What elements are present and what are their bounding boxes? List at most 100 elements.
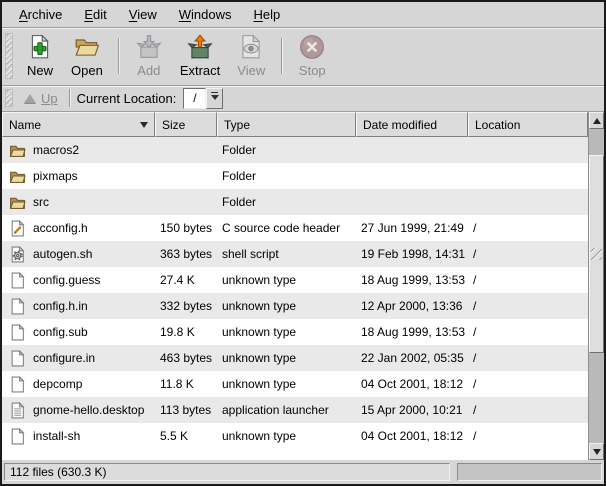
file-name: install-sh (33, 429, 80, 443)
toolbar-separator (281, 38, 282, 74)
folder-icon (9, 142, 26, 159)
toolbar-drag-handle[interactable] (5, 33, 13, 79)
location-bar: Up Current Location: / (2, 86, 604, 112)
file-type: application launcher (217, 403, 356, 417)
menu-help[interactable]: Help (242, 3, 291, 26)
folder-icon (9, 168, 26, 185)
file-date-modified: 04 Oct 2001, 18:12 (356, 377, 468, 391)
new-archive-icon (27, 34, 53, 60)
file-name-cell: config.guess (2, 272, 155, 289)
file-name: configure.in (33, 351, 95, 365)
menu-view[interactable]: View (118, 3, 168, 26)
table-row-depcomp[interactable]: depcomp 11.8 K unknown type 04 Oct 2001,… (2, 371, 588, 397)
column-header-location[interactable]: Location (468, 112, 588, 137)
menu-windows[interactable]: Windows (168, 3, 243, 26)
toolbar-button-label: Open (71, 63, 103, 78)
file-date-modified: 22 Jan 2002, 05:35 (356, 351, 468, 365)
file-type: Folder (217, 143, 356, 157)
table-row-acconfig.h[interactable]: acconfig.h 150 bytes C source code heade… (2, 215, 588, 241)
file-table: Name Size Type Date modified (2, 112, 588, 460)
file-name-cell: src (2, 194, 155, 211)
file-name: pixmaps (33, 169, 78, 183)
file-name-cell: depcomp (2, 376, 155, 393)
menu-archive[interactable]: Archive (8, 3, 73, 26)
document-icon (9, 428, 26, 445)
table-row-config.guess[interactable]: config.guess 27.4 K unknown type 18 Aug … (2, 267, 588, 293)
sort-indicator-icon (140, 122, 148, 128)
table-row-src[interactable]: src Folder (2, 189, 588, 215)
document-icon (9, 298, 26, 315)
file-size: 113 bytes (155, 403, 217, 417)
scrollbar-grip-icon (591, 248, 602, 260)
table-row-macros2[interactable]: macros2 Folder (2, 137, 588, 163)
file-type: shell script (217, 247, 356, 261)
table-row-gnome-hello.desktop[interactable]: gnome-hello.desktop 113 bytes applicatio… (2, 397, 588, 423)
table-row-autogen.sh[interactable]: autogen.sh 363 bytes shell script 19 Feb… (2, 241, 588, 267)
file-name: acconfig.h (33, 221, 88, 235)
file-name-cell: install-sh (2, 428, 155, 445)
file-name-cell: configure.in (2, 350, 155, 367)
file-size: 463 bytes (155, 351, 217, 365)
file-name-cell: macros2 (2, 142, 155, 159)
file-name: config.guess (33, 273, 100, 287)
location-combo-value[interactable]: / (183, 88, 206, 109)
file-date-modified: 04 Oct 2001, 18:12 (356, 429, 468, 443)
table-row-configure.in[interactable]: configure.in 463 bytes unknown type 22 J… (2, 345, 588, 371)
file-location: / (468, 351, 588, 365)
file-type: unknown type (217, 377, 356, 391)
stop-icon (299, 34, 325, 60)
vertical-scrollbar (588, 112, 604, 460)
toolbar: New Open Add Extract (2, 28, 604, 86)
file-location: / (468, 429, 588, 443)
file-name-cell: gnome-hello.desktop (2, 402, 155, 419)
toolbar-separator (118, 38, 119, 74)
file-name: src (33, 195, 49, 209)
location-combo-dropdown-button[interactable] (206, 88, 223, 109)
extract-files-icon (187, 34, 213, 60)
current-location-label: Current Location: (77, 91, 177, 106)
column-header-name[interactable]: Name (2, 112, 155, 137)
column-header-label: Size (162, 118, 185, 132)
scroll-up-button[interactable] (589, 112, 604, 129)
file-type: unknown type (217, 351, 356, 365)
status-bar: 112 files (630.3 K) (2, 460, 604, 484)
toolbar-buttons: New Open Add Extract (17, 31, 335, 82)
menubar: Archive Edit View Windows Help (2, 2, 604, 28)
file-date-modified: 18 Aug 1999, 13:53 (356, 273, 468, 287)
open-archive-icon (74, 34, 100, 60)
scroll-down-button[interactable] (589, 443, 604, 460)
table-row-config.h.in[interactable]: config.h.in 332 bytes unknown type 12 Ap… (2, 293, 588, 319)
file-list-area: Name Size Type Date modified (2, 112, 604, 460)
file-name-cell: config.h.in (2, 298, 155, 315)
document-icon (9, 324, 26, 341)
file-location: / (468, 247, 588, 261)
table-row-pixmaps[interactable]: pixmaps Folder (2, 163, 588, 189)
toolbar-button-label: Stop (299, 63, 326, 78)
scrollbar-thumb[interactable] (589, 155, 604, 353)
column-header-label: Type (224, 118, 250, 132)
location-bar-drag-handle[interactable] (5, 89, 13, 107)
column-header-size[interactable]: Size (155, 112, 217, 137)
toolbar-button-label: View (237, 63, 265, 78)
folder-icon (9, 194, 26, 211)
scrollbar-track[interactable] (589, 129, 604, 443)
file-size: 5.5 K (155, 429, 217, 443)
file-type: unknown type (217, 429, 356, 443)
column-header-date-modified[interactable]: Date modified (356, 112, 468, 137)
extract-button[interactable]: Extract (172, 31, 228, 82)
up-button: Up (20, 89, 62, 108)
file-size: 27.4 K (155, 273, 217, 287)
new-button[interactable]: New (17, 31, 63, 82)
file-size: 363 bytes (155, 247, 217, 261)
menu-edit[interactable]: Edit (73, 3, 117, 26)
file-size: 11.8 K (155, 377, 217, 391)
file-type: unknown type (217, 299, 356, 313)
c-header-icon (9, 220, 26, 237)
table-row-config.sub[interactable]: config.sub 19.8 K unknown type 18 Aug 19… (2, 319, 588, 345)
add-files-icon (136, 34, 162, 60)
open-button[interactable]: Open (63, 31, 111, 82)
scroll-up-icon (593, 118, 601, 124)
column-header-type[interactable]: Type (217, 112, 356, 137)
table-row-install-sh[interactable]: install-sh 5.5 K unknown type 04 Oct 200… (2, 423, 588, 449)
file-type: C source code header (217, 221, 356, 235)
